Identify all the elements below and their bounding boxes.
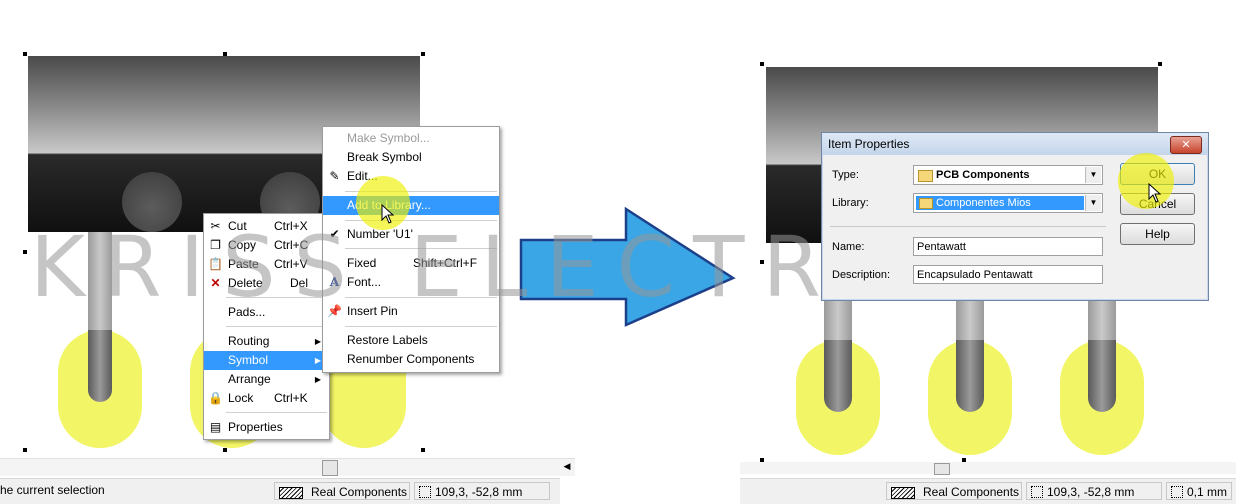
close-button[interactable]: ✕ (1170, 136, 1202, 154)
selection-handle[interactable] (421, 52, 425, 56)
status-layer: Real Components (274, 482, 410, 500)
coords-icon (1031, 486, 1043, 498)
menu-item-symbol[interactable]: Symbol ▶ (204, 351, 329, 370)
menu-item-add-to-library[interactable]: Add to Library... (323, 196, 499, 215)
dialog-title: Item Properties (828, 137, 910, 151)
scroll-thumb[interactable] (322, 460, 338, 476)
grid-icon (1171, 486, 1183, 498)
status-grid: 0,1 mm (1166, 482, 1232, 500)
status-layer: Real Components (886, 482, 1022, 500)
selection-handle[interactable] (760, 62, 764, 66)
lock-icon: 🔒 (208, 391, 223, 405)
coords-icon (419, 486, 431, 498)
type-select[interactable]: PCB Components ▼ (913, 165, 1103, 185)
selection-handle[interactable] (421, 448, 425, 452)
menu-item-routing[interactable]: Routing ▶ (204, 332, 329, 351)
status-bar-right: Real Components 109,3, -52,8 mm 0,1 mm (740, 478, 1236, 504)
component-pin (1088, 340, 1116, 412)
library-label: Library: (832, 197, 869, 209)
status-message: he current selection (0, 483, 105, 497)
mouse-pointer-icon (1148, 183, 1162, 203)
cursor-highlight (1118, 153, 1174, 209)
status-coords: 109,3, -52,8 mm (414, 482, 550, 500)
selection-handle[interactable] (23, 448, 27, 452)
menu-item-make-symbol[interactable]: Make Symbol... (323, 129, 499, 148)
menu-item-restore-labels[interactable]: Restore Labels (323, 331, 499, 350)
description-input[interactable]: Encapsulado Pentawatt (913, 265, 1103, 284)
dialog-titlebar[interactable]: Item Properties ✕ (822, 133, 1208, 155)
name-input[interactable]: Pentawatt (913, 237, 1103, 256)
layer-hatch-icon (891, 486, 915, 499)
menu-item-lock[interactable]: 🔒 Lock Ctrl+K (204, 389, 329, 408)
scroll-thumb[interactable] (934, 463, 950, 475)
folder-icon (918, 170, 933, 182)
menu-item-break-symbol[interactable]: Break Symbol (323, 148, 499, 167)
library-folder-icon (919, 198, 933, 209)
layer-hatch-icon (279, 486, 303, 499)
library-select[interactable]: Componentes Mios ▼ (913, 193, 1103, 213)
selection-handle[interactable] (23, 250, 27, 254)
status-coords: 109,3, -52,8 mm (1026, 482, 1162, 500)
selection-handle[interactable] (223, 448, 227, 452)
selection-handle[interactable] (1158, 62, 1162, 66)
component-pin (88, 330, 112, 402)
chevron-down-icon[interactable]: ▼ (1085, 195, 1101, 211)
menu-item-edit[interactable]: ✎ Edit... (323, 167, 499, 186)
edit-icon: ✎ (329, 169, 340, 183)
submenu-arrow-icon: ▶ (314, 375, 321, 384)
menu-item-arrange[interactable]: Arrange ▶ (204, 370, 329, 389)
horizontal-scrollbar[interactable] (740, 462, 1236, 475)
scroll-left-arrow-icon[interactable]: ◀ (560, 460, 574, 474)
menu-item-renumber-components[interactable]: Renumber Components (323, 350, 499, 369)
name-label: Name: (832, 241, 865, 253)
properties-icon: ▤ (209, 420, 222, 434)
menu-item-properties[interactable]: ▤ Properties (204, 418, 329, 437)
component-pin (824, 340, 852, 412)
horizontal-scrollbar[interactable]: ◀ (0, 458, 575, 476)
description-label: Description: (832, 269, 891, 281)
submenu-arrow-icon: ▶ (314, 337, 321, 346)
help-button[interactable]: Help (1120, 223, 1195, 245)
close-icon: ✕ (1181, 138, 1191, 151)
type-label: Type: (832, 169, 859, 181)
component-pin (956, 340, 984, 412)
status-bar-left: he current selection Real Components 109… (0, 478, 560, 504)
submenu-arrow-icon: ▶ (314, 356, 321, 365)
chevron-down-icon[interactable]: ▼ (1085, 167, 1101, 183)
selection-handle[interactable] (23, 52, 27, 56)
